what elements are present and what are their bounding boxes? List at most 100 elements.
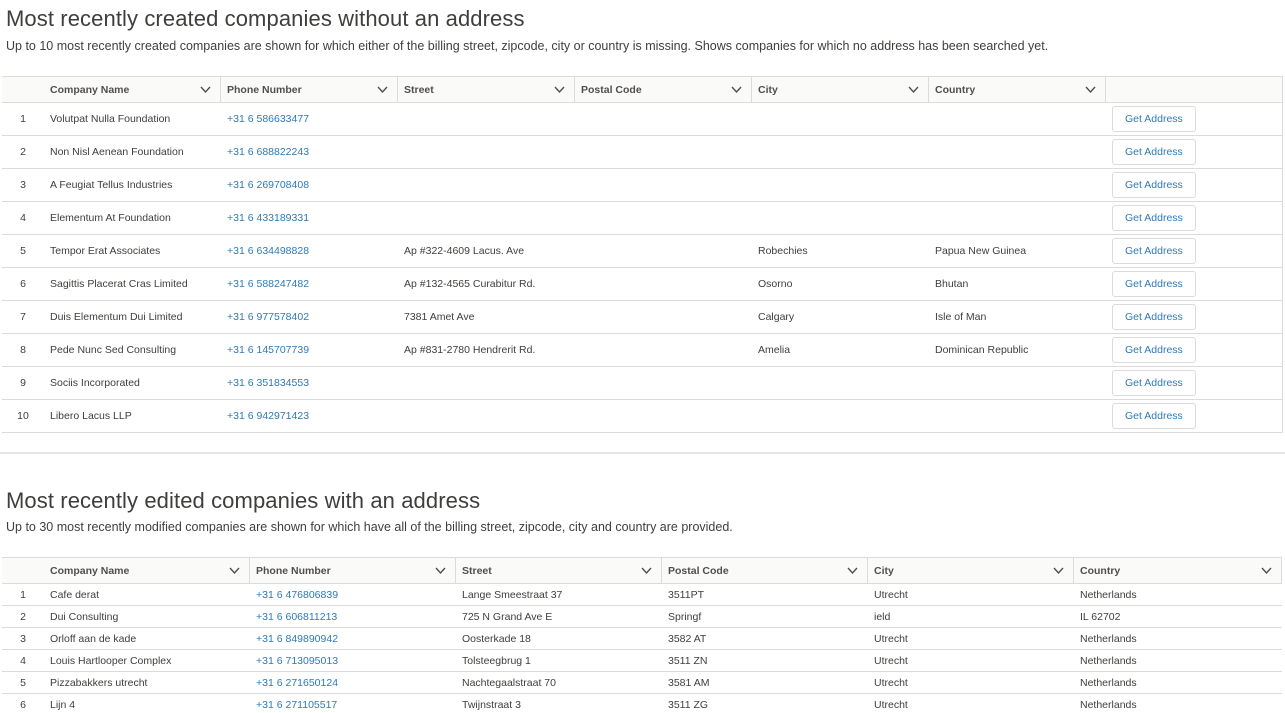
- phone-link[interactable]: +31 6 586633477: [227, 113, 309, 125]
- phone-link[interactable]: +31 6 145707739: [227, 344, 309, 356]
- cell-postal-code: Springf: [662, 605, 868, 628]
- phone-link[interactable]: +31 6 271105517: [256, 699, 337, 711]
- phone-link[interactable]: +31 6 849890942: [256, 633, 338, 645]
- chevron-down-icon[interactable]: [554, 85, 565, 94]
- get-address-button[interactable]: Get Address: [1112, 205, 1196, 231]
- get-address-button[interactable]: Get Address: [1112, 106, 1196, 132]
- cell-city: Utrecht: [868, 693, 1074, 713]
- cell-company-name: A Feugiat Tellus Industries: [44, 168, 221, 202]
- cell-postal-code: [575, 333, 752, 367]
- row-number: 3: [2, 627, 44, 650]
- column-header-postal-code[interactable]: Postal Code: [575, 76, 752, 103]
- cell-phone-number: +31 6 688822243: [221, 135, 398, 169]
- phone-link[interactable]: +31 6 271650124: [256, 677, 338, 689]
- cell-postal-code: [575, 102, 752, 136]
- phone-link[interactable]: +31 6 269708408: [227, 179, 309, 191]
- cell-postal-code: [575, 135, 752, 169]
- section-divider: [0, 452, 1285, 454]
- cell-company-name: Libero Lacus LLP: [44, 399, 221, 433]
- column-header-street[interactable]: Street: [456, 557, 662, 584]
- phone-link[interactable]: +31 6 713095013: [256, 655, 338, 667]
- chevron-down-icon[interactable]: [377, 85, 388, 94]
- cell-phone-number: +31 6 586633477: [221, 102, 398, 136]
- cell-country: Netherlands: [1074, 693, 1282, 713]
- cell-city: [752, 399, 929, 433]
- get-address-button[interactable]: Get Address: [1112, 139, 1196, 165]
- cell-city: Osorno: [752, 267, 929, 301]
- chevron-down-icon[interactable]: [731, 85, 742, 94]
- chevron-down-icon[interactable]: [200, 85, 211, 94]
- row-number: 7: [2, 300, 44, 334]
- column-separator: [1281, 558, 1282, 583]
- column-header-phone-number[interactable]: Phone Number: [221, 76, 398, 103]
- cell-action: Get Address: [1106, 300, 1283, 334]
- cell-action: Get Address: [1106, 102, 1283, 136]
- cell-country: [929, 168, 1106, 202]
- get-address-button[interactable]: Get Address: [1112, 172, 1196, 198]
- cell-company-name: Sociis Incorporated: [44, 366, 221, 400]
- phone-link[interactable]: +31 6 351834553: [227, 377, 309, 389]
- cell-phone-number: +31 6 634498828: [221, 234, 398, 268]
- row-number: 6: [2, 267, 44, 301]
- row-number: 9: [2, 366, 44, 400]
- table-row: 10 Libero Lacus LLP +31 6 942971423 Get Add…: [2, 399, 1283, 433]
- cell-country: Netherlands: [1074, 583, 1282, 606]
- phone-link[interactable]: +31 6 688822243: [227, 146, 309, 158]
- table-row: 2 Dui Consulting +31 6 606811213 725 N Gran…: [2, 605, 1282, 628]
- cell-city: ield: [868, 605, 1074, 628]
- row-number: 3: [2, 168, 44, 202]
- column-header-label: Postal Code: [581, 83, 642, 96]
- phone-link[interactable]: +31 6 606811213: [256, 611, 337, 623]
- row-number: 6: [2, 693, 44, 713]
- section2-description: Up to 30 most recently modified companie…: [6, 520, 733, 534]
- phone-link[interactable]: +31 6 476806839: [256, 589, 338, 601]
- get-address-button[interactable]: Get Address: [1112, 370, 1196, 396]
- column-header-street[interactable]: Street: [398, 76, 575, 103]
- column-header-city[interactable]: City: [752, 76, 929, 103]
- table-row: 3A Feugiat Tellus Industries +31 6 269708…: [2, 168, 1283, 202]
- cell-country: Netherlands: [1074, 671, 1282, 694]
- phone-link[interactable]: +31 6 588247482: [227, 278, 309, 290]
- row-number: 5: [2, 671, 44, 694]
- chevron-down-icon[interactable]: [229, 566, 240, 575]
- get-address-button[interactable]: Get Address: [1112, 271, 1196, 297]
- row-number: 2: [2, 605, 44, 628]
- column-header-company-name[interactable]: Company Name: [44, 557, 250, 584]
- get-address-button[interactable]: Get Address: [1112, 403, 1196, 429]
- cell-action: Get Address: [1106, 234, 1283, 268]
- phone-link[interactable]: +31 6 634498828: [227, 245, 309, 257]
- chevron-down-icon[interactable]: [1053, 566, 1064, 575]
- cell-country: [929, 135, 1106, 169]
- column-header-country[interactable]: Country: [929, 76, 1106, 103]
- column-header-country[interactable]: Country: [1074, 557, 1282, 584]
- phone-link[interactable]: +31 6 977578402: [227, 311, 309, 323]
- cell-street: Nachtegaalstraat 70: [456, 671, 662, 694]
- chevron-down-icon[interactable]: [908, 85, 919, 94]
- chevron-down-icon[interactable]: [1261, 566, 1272, 575]
- table-row: 1 Cafe derat +31 6 476806839 Lange Smeestra…: [2, 583, 1282, 606]
- column-header-label: Postal Code: [668, 564, 729, 577]
- table-row: 7 Duis Elementum Dui Limited +31 6 9775784…: [2, 300, 1283, 334]
- cell-company-name: Pede Nunc Sed Consulting: [44, 333, 221, 367]
- column-header-postal-code[interactable]: Postal Code: [662, 557, 868, 584]
- cell-action: Get Address: [1106, 168, 1283, 202]
- get-address-button[interactable]: Get Address: [1112, 238, 1196, 264]
- get-address-button[interactable]: Get Address: [1112, 337, 1196, 363]
- column-header-city[interactable]: City: [868, 557, 1074, 584]
- chevron-down-icon[interactable]: [641, 566, 652, 575]
- cell-country: IL 62702: [1074, 605, 1282, 628]
- column-header-phone-number[interactable]: Phone Number: [250, 557, 456, 584]
- cell-city: Utrecht: [868, 649, 1074, 672]
- column-header-label: Company Name: [50, 83, 130, 96]
- phone-link[interactable]: +31 6 942971423: [227, 410, 309, 422]
- chevron-down-icon[interactable]: [1085, 85, 1096, 94]
- column-header-company-name[interactable]: Company Name: [44, 76, 221, 103]
- chevron-down-icon[interactable]: [847, 566, 858, 575]
- cell-company-name: Pizzabakkers utrecht: [44, 671, 250, 694]
- chevron-down-icon[interactable]: [435, 566, 446, 575]
- row-number-header: [2, 557, 44, 584]
- get-address-button[interactable]: Get Address: [1112, 304, 1196, 330]
- table-row: 1 Volutpat Nulla Foundation +31 6 58663347…: [2, 102, 1283, 136]
- table-row: 5 Tempor Erat Associates +31 6 634498828 Ap…: [2, 234, 1283, 268]
- phone-link[interactable]: +31 6 433189331: [227, 212, 309, 224]
